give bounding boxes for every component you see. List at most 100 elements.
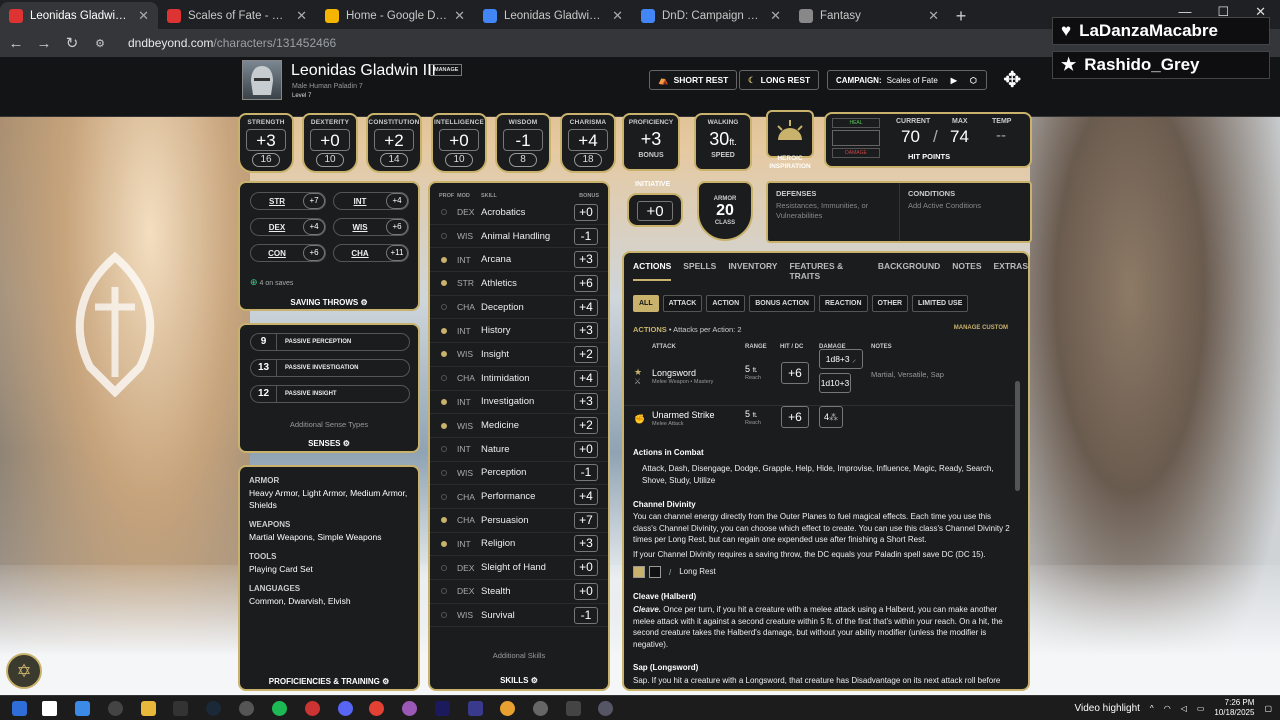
skill-row[interactable]: INT Arcana +3 [430, 248, 608, 273]
use-checkbox[interactable] [649, 566, 661, 578]
character-avatar[interactable] [242, 60, 282, 100]
heroic-inspiration-toggle[interactable] [766, 110, 814, 158]
filter-limited-use[interactable]: LIMITED USE [912, 295, 969, 312]
save-cha[interactable]: CHA +11 [333, 244, 409, 262]
skill-row[interactable]: DEX Stealth +0 [430, 580, 608, 604]
ability-wisdom[interactable]: WISDOM -1 8 [495, 113, 551, 173]
tab-features-traits[interactable]: FEATURES & TRAITS [789, 261, 865, 281]
armor-class-shield[interactable]: ARMOR 20 CLASS [697, 181, 753, 241]
close-tab-icon[interactable]: ✕ [928, 8, 939, 24]
nzxt-icon[interactable] [173, 701, 188, 716]
heal-button[interactable]: HEAL [832, 118, 880, 128]
skill-bonus-button[interactable]: +0 [574, 559, 598, 577]
attack-hit-button[interactable]: +6 [781, 406, 809, 428]
skill-bonus-button[interactable]: +6 [574, 274, 598, 292]
chrome-icon[interactable] [369, 701, 384, 716]
skill-row[interactable]: WIS Medicine +2 [430, 414, 608, 438]
gear-icon[interactable]: ⚙ [360, 298, 367, 307]
close-tab-icon[interactable]: ✕ [612, 8, 623, 24]
app-icon[interactable] [402, 701, 417, 716]
skill-bonus-button[interactable]: +7 [574, 511, 598, 529]
save-str[interactable]: STR +7 [250, 192, 326, 210]
skill-row[interactable]: CHA Intimidation +4 [430, 367, 608, 391]
filter-all[interactable]: ALL [633, 295, 659, 312]
attack-row-unarmed[interactable]: ✊ Unarmed Strike Melee Attack 5 ft. Reac… [624, 406, 1014, 442]
steam-icon[interactable] [206, 701, 221, 716]
app-icon[interactable] [108, 701, 123, 716]
skill-row[interactable]: WIS Insight +2 [430, 343, 608, 367]
tab-notes[interactable]: NOTES [952, 261, 981, 281]
close-tab-icon[interactable]: ✕ [296, 8, 307, 24]
filter-reaction[interactable]: REACTION [818, 295, 868, 312]
tab-spells[interactable]: SPELLS [683, 261, 716, 281]
save-con[interactable]: CON +6 [250, 244, 326, 262]
skill-row[interactable]: CHA Performance +4 [430, 485, 608, 509]
browser-tab[interactable]: Home - Google Drive ✕ [316, 2, 474, 29]
skill-bonus-button[interactable]: +2 [574, 345, 598, 363]
filter-action[interactable]: ACTION [706, 295, 746, 312]
attack-hit-button[interactable]: +6 [781, 362, 809, 384]
manage-button[interactable]: MANAGE [430, 64, 463, 76]
skill-bonus-button[interactable]: +4 [574, 488, 598, 506]
start-icon[interactable] [42, 701, 57, 716]
save-dex[interactable]: DEX +4 [250, 218, 326, 236]
filter-attack[interactable]: ATTACK [662, 295, 703, 312]
hp-temp-value[interactable]: -- [996, 127, 1006, 144]
copilot-icon[interactable] [75, 701, 90, 716]
volume-icon[interactable]: ◁ [1181, 704, 1187, 713]
skill-bonus-button[interactable]: +4 [574, 369, 598, 387]
ability-charisma[interactable]: CHARISMA +4 18 [560, 113, 616, 173]
additional-skills[interactable]: Additional Skills [430, 651, 608, 660]
close-tab-icon[interactable]: ✕ [454, 8, 465, 24]
skill-bonus-button[interactable]: -1 [574, 464, 598, 482]
hp-current-value[interactable]: 70 [901, 127, 920, 147]
skill-row[interactable]: INT History +3 [430, 319, 608, 344]
damage-button[interactable]: DAMAGE [832, 148, 880, 158]
app-icon[interactable] [500, 701, 515, 716]
dragon-menu-icon[interactable]: ✥ [1003, 67, 1021, 93]
skill-row[interactable]: INT Religion +3 [430, 533, 608, 557]
skill-bonus-button[interactable]: +3 [574, 322, 598, 340]
damage-roll-button[interactable]: 4⁂ [819, 406, 843, 428]
chevron-up-icon[interactable]: ^ [1150, 704, 1154, 713]
hp-amount-input[interactable] [832, 130, 880, 146]
gear-icon[interactable]: ⚙ [531, 676, 538, 685]
skill-bonus-button[interactable]: -1 [574, 606, 598, 624]
premiere-icon[interactable] [435, 701, 450, 716]
ability-intelligence[interactable]: INTELLIGENCE +0 10 [431, 113, 487, 173]
url-field[interactable]: dndbeyond.com/characters/131452466 [128, 36, 336, 50]
versatile-damage-button[interactable]: 1d10+3 [819, 373, 851, 393]
video-highlight[interactable]: Video highlight [1074, 703, 1139, 714]
obs-icon[interactable] [305, 701, 320, 716]
skill-row[interactable]: INT Nature +0 [430, 438, 608, 462]
browser-tab[interactable]: DnD: Campaign 4 Notes - Goog ✕ [632, 2, 790, 29]
tab-inventory[interactable]: INVENTORY [728, 261, 777, 281]
actions-scrollbar[interactable] [1015, 381, 1020, 491]
skill-row[interactable]: DEX Acrobatics +0 [430, 201, 608, 225]
tab-actions[interactable]: ACTIONS [633, 261, 672, 281]
search-icon[interactable] [12, 701, 27, 716]
browser-tab[interactable]: Leonidas Gladwin III - Google D ✕ [474, 2, 632, 29]
skill-bonus-button[interactable]: +2 [574, 417, 598, 435]
battery-icon[interactable]: ▭ [1197, 704, 1205, 713]
app-icon[interactable] [598, 701, 613, 716]
skill-row[interactable]: WIS Animal Handling -1 [430, 225, 608, 249]
use-checkbox[interactable] [633, 566, 645, 578]
site-info-icon[interactable]: ⚙ [88, 31, 112, 55]
browser-tab[interactable]: Scales of Fate - D&D Beyond ✕ [158, 2, 316, 29]
gear-icon[interactable]: ⚙ [343, 439, 350, 448]
spotify-icon[interactable] [272, 701, 287, 716]
browser-tab[interactable]: Fantasy ✕ [790, 2, 948, 29]
short-rest-button[interactable]: ⛺ SHORT REST [649, 70, 738, 90]
skill-bonus-button[interactable]: +4 [574, 298, 598, 316]
discord-icon[interactable] [338, 701, 353, 716]
conditions-section[interactable]: CONDITIONS Add Active Conditions [900, 183, 1030, 241]
additional-sense-types[interactable]: Additional Sense Types [240, 420, 418, 429]
forward-icon[interactable]: → [32, 31, 56, 55]
skill-row[interactable]: CHA Persuasion +7 [430, 509, 608, 533]
app-icon[interactable] [239, 701, 254, 716]
dice-icon[interactable]: ⬡ [970, 76, 977, 85]
app-icon[interactable] [533, 701, 548, 716]
initiative-box[interactable]: +0 [627, 193, 683, 227]
new-tab-button[interactable]: + [948, 3, 974, 29]
